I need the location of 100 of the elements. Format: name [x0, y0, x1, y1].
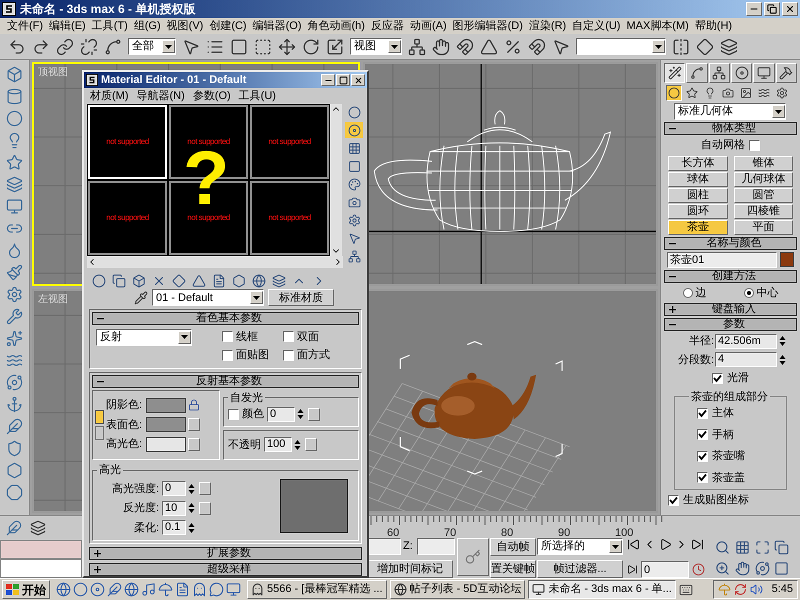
rollout-header[interactable]: 物体类型 — [664, 122, 797, 135]
menu-item[interactable]: 组(G) — [130, 18, 164, 34]
menu-item[interactable]: 反应器 — [368, 18, 407, 34]
menu-item[interactable]: 导航器(N) — [132, 88, 189, 104]
checkbox-label: 颜色 — [242, 406, 264, 422]
slot-message: not supported — [187, 212, 230, 224]
menu-item[interactable]: 渲染(R) — [526, 18, 570, 34]
number-field[interactable]: 0 — [267, 406, 295, 422]
name-field[interactable]: 茶壶01 — [667, 252, 777, 268]
menu-item[interactable]: 创建(C) — [206, 18, 250, 34]
menu-item[interactable]: MAX脚本(M) — [623, 18, 692, 34]
object-type-button[interactable]: 长方体 — [668, 156, 728, 170]
menu-item[interactable]: 帮助(H) — [692, 18, 736, 34]
rollout-header[interactable]: 参数 — [664, 318, 797, 331]
dropdown[interactable]: 全部 — [128, 38, 176, 55]
object-type-button[interactable]: 平面 — [734, 220, 793, 234]
number-field[interactable]: 100 — [264, 437, 292, 452]
menu-item[interactable]: 图形编辑器(D) — [450, 18, 526, 34]
clock: 5:45 — [772, 582, 793, 598]
menu-item[interactable]: 参数(O) — [188, 88, 235, 104]
slot-message: not supported — [187, 136, 230, 148]
radio-label: 边 — [696, 286, 706, 300]
frame-number: 80 — [501, 526, 514, 541]
number-field[interactable]: 4 — [715, 352, 777, 368]
rollout-header[interactable]: 反射基本参数 — [92, 374, 359, 388]
rollout-header[interactable]: 扩展参数 — [89, 547, 362, 560]
sample-slot[interactable]: not supported — [250, 105, 330, 179]
group-title: 茶壶的组成部分 — [690, 390, 769, 404]
number-field[interactable]: 0 — [162, 481, 186, 496]
menu-item[interactable]: 材质(M) — [86, 88, 132, 104]
radio-label: 中心 — [756, 286, 778, 300]
start-button[interactable]: 开始 — [2, 580, 50, 599]
shader-dropdown[interactable]: 反射 — [96, 328, 192, 346]
frame-field[interactable]: 0 — [641, 561, 689, 578]
rollout-header[interactable]: 创建方法 — [664, 270, 797, 282]
menu-item[interactable]: 动画(A) — [406, 18, 450, 34]
frame-number: 90 — [558, 526, 572, 540]
object-type-button[interactable]: 几何球体 — [734, 172, 793, 186]
object-type-button[interactable]: 圆管 — [734, 188, 793, 202]
checkbox-label: 线框 — [236, 330, 258, 344]
checkbox-label: 手柄 — [712, 428, 734, 442]
number-field[interactable]: 10 — [162, 500, 186, 516]
checkbox-label: 茶壶嘴 — [712, 449, 745, 464]
menu-item[interactable]: 视图(V) — [164, 18, 206, 34]
menu-item[interactable]: 文件(F) — [4, 18, 46, 34]
sample-slot[interactable]: not supported — [88, 105, 168, 179]
object-type-button[interactable]: 圆环 — [668, 204, 728, 218]
object-type-button[interactable]: 球体 — [668, 172, 728, 186]
rollout-header[interactable]: 着色基本参数 — [92, 312, 359, 324]
sample-slot[interactable]: not supported — [250, 181, 330, 255]
checkbox-label: 光滑 — [727, 371, 749, 386]
object-type-button[interactable]: 圆柱 — [668, 188, 728, 202]
key-mode-dropdown[interactable]: 所选择的 — [537, 538, 623, 555]
slot-message: not supported — [268, 212, 311, 224]
rollout-header[interactable]: 名称与颜色 — [664, 236, 797, 250]
sample-slot[interactable]: not supported — [88, 181, 168, 255]
menu-item[interactable]: 编辑器(O) — [250, 18, 304, 34]
dropdown[interactable]: 视图 — [350, 38, 402, 55]
rollout-header[interactable]: 键盘输入 — [664, 303, 797, 316]
object-type-button[interactable]: 茶壶 — [668, 220, 728, 234]
checkbox-label: 茶壶盖 — [712, 470, 745, 486]
checkbox-label: 主体 — [712, 406, 734, 421]
checkbox-label: 自动网格 — [701, 138, 745, 153]
number-field[interactable]: 0.1 — [162, 520, 186, 536]
taskbar-button[interactable]: 帖子列表 - 5D互动论坛 — [390, 580, 526, 599]
material-name-dropdown[interactable]: 01 - Default — [152, 289, 264, 306]
color-label: 阴影色: — [106, 398, 144, 413]
set-key-button[interactable]: 置关键帧 — [490, 560, 536, 578]
number-field[interactable]: 42.506m — [715, 334, 777, 349]
group-title: 自发光 — [229, 390, 264, 406]
menu-item[interactable]: 编辑(E) — [46, 18, 89, 34]
frame-number: 70 — [444, 526, 458, 541]
dropdown[interactable]: 标准几何体 — [674, 103, 786, 120]
auto-key-button[interactable]: 自动帧 — [490, 538, 536, 556]
time-tag-button[interactable]: 增加时间标记 — [367, 560, 453, 578]
checkbox-label: 面方式 — [297, 348, 330, 363]
checkbox-label: 面贴图 — [236, 348, 269, 363]
taskbar-button[interactable]: 5566 - [最棒冠军精选 ... — [247, 580, 387, 599]
field-label: 分段数: — [678, 352, 714, 368]
frame-number: 60 — [387, 526, 400, 541]
checkbox-label: 双面 — [297, 330, 319, 344]
menu-item[interactable]: 角色动画(h) — [304, 18, 368, 34]
taskbar-button[interactable]: 未命名 - 3ds max 6 - 单... — [528, 580, 676, 599]
group-title: 高光 — [98, 462, 122, 478]
checkbox-label: 生成贴图坐标 — [683, 493, 749, 508]
object-type-button[interactable]: 锥体 — [734, 156, 793, 170]
color-label: 表面色: — [106, 418, 144, 432]
menu-item[interactable]: 工具(T) — [88, 18, 131, 34]
field-label: 不透明 — [228, 438, 261, 452]
key-filters-button[interactable]: 帧过滤器... — [537, 560, 623, 578]
object-type-button[interactable]: 四棱锥 — [734, 204, 793, 218]
window-title: Material Editor - 01 - Default — [101, 72, 246, 88]
field-label: 半径: — [688, 334, 714, 349]
rollout-header[interactable]: 超级采样 — [89, 563, 362, 576]
material-type-button[interactable]: 标准材质 — [268, 289, 334, 306]
menu-item[interactable]: 工具(U) — [234, 88, 280, 104]
slot-message: not supported — [106, 136, 149, 148]
field-label: 反光度: — [122, 500, 159, 516]
field-label: 柔化: — [132, 520, 159, 536]
menu-item[interactable]: 自定义(U) — [569, 18, 624, 34]
